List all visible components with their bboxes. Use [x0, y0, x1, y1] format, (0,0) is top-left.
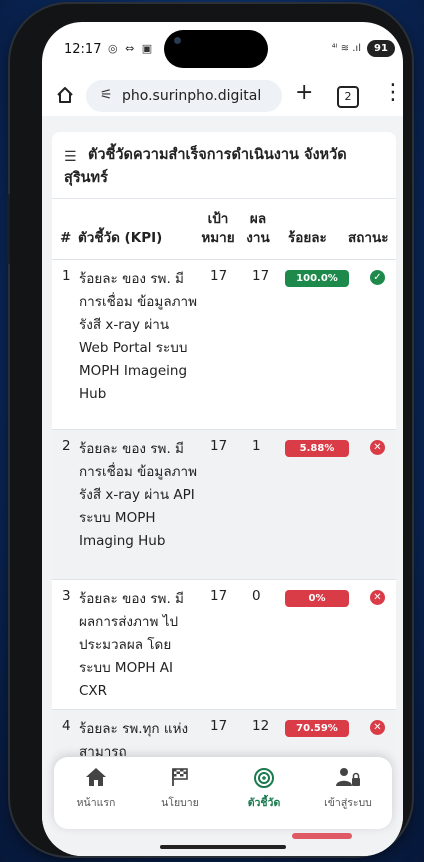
user-lock-icon	[306, 767, 390, 791]
row-number: 3	[62, 588, 71, 604]
status-cross-icon: ✕	[370, 440, 385, 455]
header-status: สถานะ	[348, 230, 389, 246]
home-icon	[54, 767, 138, 791]
percent-badge: 0%	[285, 590, 349, 607]
browser-toolbar: ⚟ pho.surinpho.digital + 2 ⋮	[42, 72, 403, 116]
nav-label: ตัวชี้วัด	[247, 797, 281, 809]
more-menu-icon[interactable]: ⋮	[382, 80, 403, 105]
page-title: ตัวชี้วัดความสำเร็จการดำเนินงาน จังหวัดส…	[64, 147, 347, 186]
phone-frame: 12:17 ◎ ⇔ ▣ ⁴ᴵ ≋ .ıl 91 ⚟ pho.surinpho.d…	[7, 4, 412, 856]
signal-icons: ⁴ᴵ ≋ .ıl	[331, 43, 361, 54]
kpi-card: ☰ ตัวชี้วัดความสำเร็จการดำเนินงาน จังหวั…	[52, 132, 396, 852]
table-header: # ตัวชี้วัด (KPI) เป้า หมาย ผล งาน ร้อยล…	[52, 199, 396, 259]
dynamic-island	[164, 30, 268, 68]
status-cross-icon: ✕	[370, 590, 385, 605]
target-icon	[222, 767, 306, 791]
kpi-target: 17	[210, 588, 228, 604]
nav-login[interactable]: เข้าสู่ระบบ	[306, 767, 390, 823]
nav-label: หน้าแรก	[76, 797, 116, 809]
table-row: 3 ร้อยละ ของ รพ. มีผลการส่งภาพ ไปประมวลผ…	[52, 579, 396, 710]
home-icon[interactable]	[56, 86, 74, 104]
home-indicator[interactable]	[160, 845, 286, 849]
camera-dot-icon	[174, 37, 181, 44]
bottom-nav: หน้าแรก นโยบาย ตัวชี้วัด เข้าสู่ระบบ	[54, 757, 392, 829]
status-bar: 12:17 ◎ ⇔ ▣ ⁴ᴵ ≋ .ıl 91	[42, 22, 403, 72]
phone-screen: 12:17 ◎ ⇔ ▣ ⁴ᴵ ≋ .ıl 91 ⚟ pho.surinpho.d…	[42, 22, 403, 856]
kpi-name: ร้อยละ ของ รพ. มีการเชื่อม ข้อมูลภาพรังส…	[79, 271, 197, 402]
header-kpi: ตัวชี้วัด (KPI)	[78, 230, 163, 246]
nav-policy[interactable]: นโยบาย	[138, 767, 222, 823]
card-header: ☰ ตัวชี้วัดความสำเร็จการดำเนินงาน จังหวั…	[52, 132, 396, 199]
kpi-target: 17	[210, 268, 228, 284]
percent-badge: 100.0%	[285, 270, 349, 287]
row-number: 2	[62, 438, 71, 454]
new-tab-icon[interactable]: +	[295, 80, 313, 105]
table-row: 1 ร้อยละ ของ รพ. มีการเชื่อม ข้อมูลภาพรั…	[52, 259, 396, 430]
battery-icon: 91	[367, 40, 395, 57]
kpi-name: ร้อยละ ของ รพ. มีการเชื่อม ข้อมูลภาพรังส…	[79, 441, 197, 549]
status-cross-icon: ✕	[370, 720, 385, 735]
nav-kpi[interactable]: ตัวชี้วัด	[222, 767, 306, 823]
row-number: 1	[62, 268, 71, 284]
site-settings-icon[interactable]: ⚟	[100, 87, 113, 103]
kpi-target: 17	[210, 718, 228, 734]
percent-badge: 5.88%	[285, 440, 349, 457]
url-text[interactable]: pho.surinpho.digital	[122, 88, 261, 104]
notification-icons: ◎ ⇔ ▣	[108, 42, 155, 55]
kpi-result: 0	[252, 588, 261, 604]
phone-side-button	[7, 194, 10, 264]
nav-label: นโยบาย	[161, 797, 199, 809]
table-row: 2 ร้อยละ ของ รพ. มีการเชื่อม ข้อมูลภาพรั…	[52, 429, 396, 580]
address-bar[interactable]: ⚟ pho.surinpho.digital	[86, 80, 282, 112]
kpi-result: 1	[252, 438, 261, 454]
tab-switcher-button[interactable]: 2	[337, 86, 359, 108]
flag-icon	[138, 767, 222, 791]
header-result: ผล งาน	[246, 211, 270, 246]
kpi-name: ร้อยละ ของ รพ. มีผลการส่งภาพ ไปประมวลผล …	[79, 591, 184, 699]
kpi-result: 12	[252, 718, 270, 734]
kpi-target: 17	[210, 438, 228, 454]
row-number: 4	[62, 718, 71, 734]
header-num: #	[60, 230, 72, 246]
page-content: ☰ ตัวชี้วัดความสำเร็จการดำเนินงาน จังหวั…	[42, 116, 403, 856]
nav-home[interactable]: หน้าแรก	[54, 767, 138, 823]
status-time: 12:17	[64, 42, 102, 57]
header-target: เป้า หมาย	[201, 211, 235, 246]
percent-badge: 70.59%	[285, 720, 349, 737]
next-row-badge-peek	[292, 833, 352, 839]
nav-label: เข้าสู่ระบบ	[324, 797, 372, 809]
status-check-icon: ✓	[370, 270, 385, 285]
kpi-result: 17	[252, 268, 270, 284]
header-percent: ร้อยละ	[288, 230, 327, 246]
